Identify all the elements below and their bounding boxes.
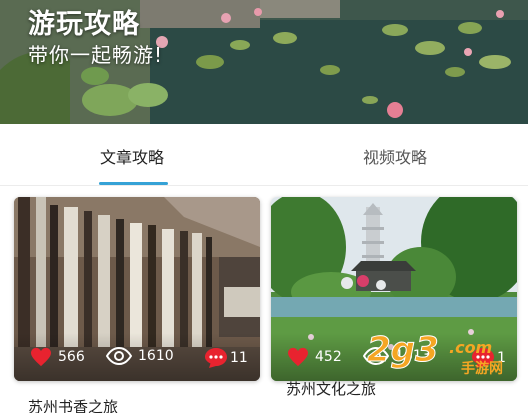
- tab-articles[interactable]: 文章攻略: [100, 144, 164, 168]
- likes-count: 566: [58, 349, 85, 365]
- heart-icon: [288, 347, 308, 367]
- likes-stat[interactable]: 452: [287, 347, 342, 367]
- banner[interactable]: 游玩攻略 带你一起畅游!: [0, 0, 528, 124]
- svg-text:2g3: 2g3: [367, 331, 439, 370]
- card-title[interactable]: 苏州书香之旅: [28, 396, 118, 413]
- comments-count: 11: [230, 350, 248, 366]
- active-tab-indicator: [99, 182, 168, 185]
- card-title[interactable]: 苏州文化之旅: [286, 378, 376, 399]
- site-watermark-logo: 2g3 .com 手游网: [367, 331, 504, 375]
- card-stats-bar: 566 1610 11: [14, 333, 260, 381]
- comment-bubble-icon: [205, 348, 227, 368]
- svg-text:.com: .com: [449, 338, 492, 357]
- svg-text:手游网: 手游网: [461, 360, 503, 375]
- tab-bar: 文章攻略 视频攻略: [0, 124, 528, 186]
- banner-title: 游玩攻略: [28, 9, 140, 40]
- likes-stat[interactable]: 566: [30, 347, 85, 367]
- likes-count: 452: [315, 349, 342, 365]
- views-stat: 1610: [106, 347, 174, 365]
- eye-icon: [106, 347, 132, 365]
- views-count: 1610: [138, 348, 174, 364]
- heart-icon: [31, 347, 51, 367]
- tab-videos[interactable]: 视频攻略: [363, 144, 427, 168]
- comments-stat[interactable]: 11: [204, 347, 248, 369]
- banner-subtitle: 带你一起畅游!: [28, 43, 164, 67]
- article-card[interactable]: 566 1610 11: [14, 197, 260, 381]
